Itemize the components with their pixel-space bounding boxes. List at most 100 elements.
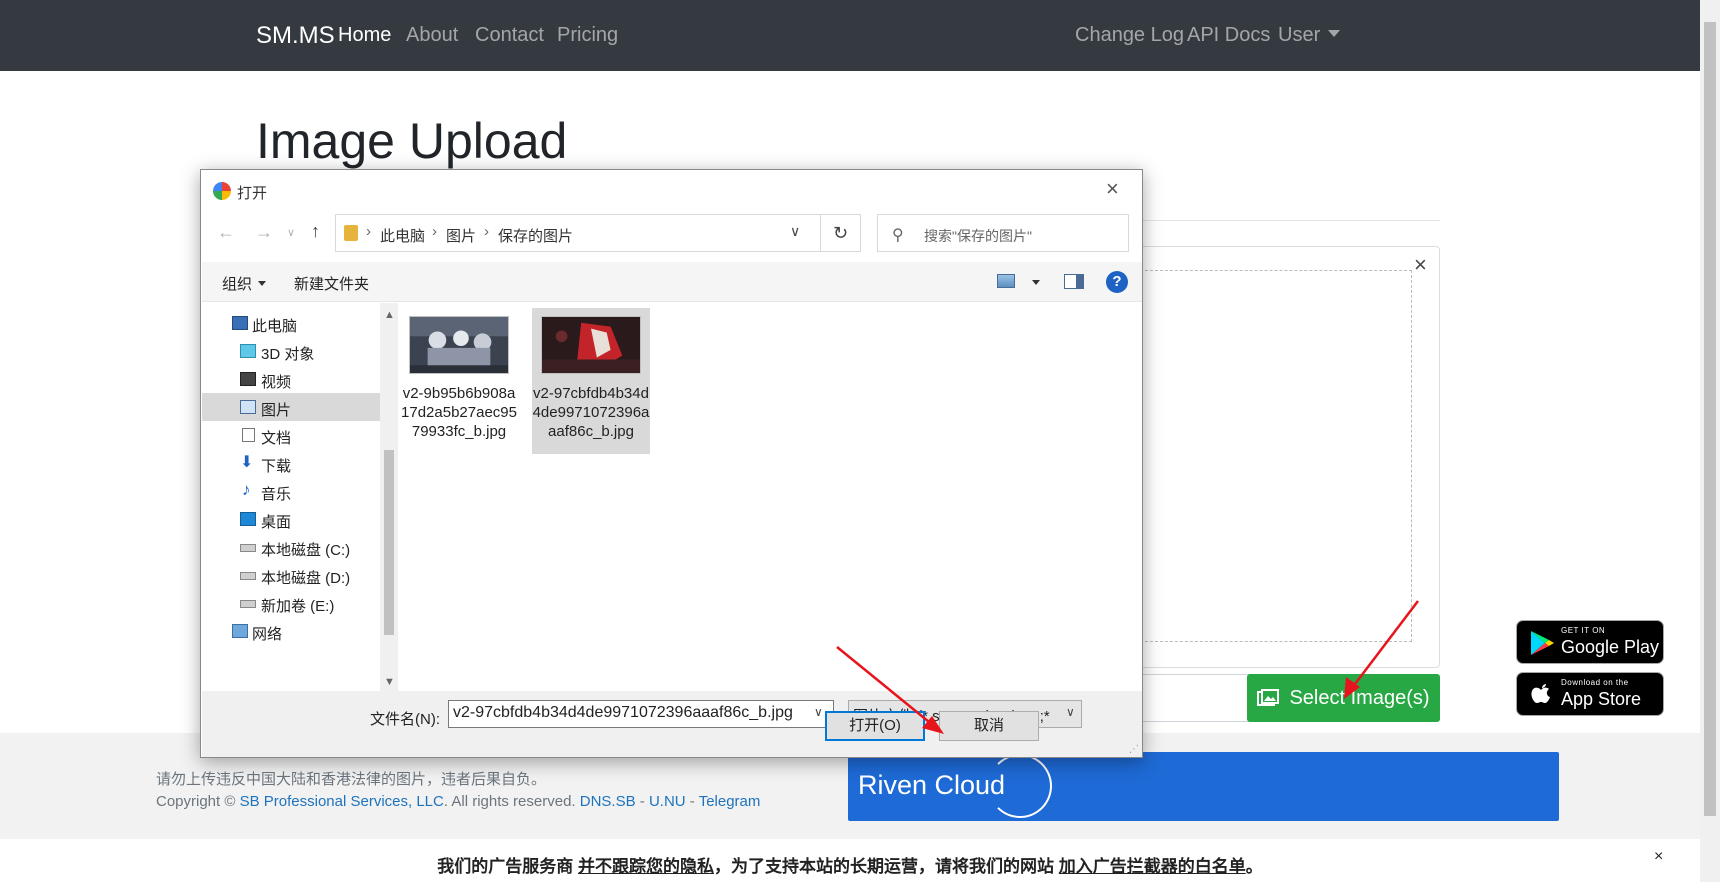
- file-input-field[interactable]: [1140, 674, 1250, 722]
- page-title: Image Upload: [256, 113, 568, 169]
- tree-item-desktop[interactable]: 桌面: [202, 505, 380, 533]
- close-icon[interactable]: ×: [1414, 252, 1427, 278]
- up-arrow-icon[interactable]: ↑: [311, 221, 320, 242]
- top-navbar: SM.MS Home About Contact Pricing Change …: [0, 0, 1700, 71]
- divider: [1140, 220, 1440, 221]
- ad-text-4: 加入广告拦截器的白名单: [1058, 857, 1246, 876]
- footer-copyright: Copyright © SB Professional Services, LL…: [156, 793, 760, 810]
- organize-menu[interactable]: 组织: [222, 273, 267, 294]
- tree-label: 本地磁盘 (C:): [261, 542, 351, 559]
- telegram-link[interactable]: Telegram: [699, 793, 761, 810]
- drop-zone[interactable]: [1140, 270, 1412, 642]
- footer-warning: 请勿上传违反中国大陆和香港法律的图片，违者后果自负。: [156, 771, 547, 788]
- file-tile-selected[interactable]: v2-97cbfdb4b34d4de9971072396aaaf86c_b.jp…: [532, 308, 650, 454]
- riven-cloud-text: Riven Cloud: [858, 770, 1006, 800]
- file-tile[interactable]: v2-9b95b6b908a17d2a5b27aec9579933fc_b.jp…: [400, 308, 518, 454]
- tree-label: 新加卷 (E:): [261, 598, 335, 615]
- google-play-badge[interactable]: GET IT ON Google Play: [1516, 620, 1664, 664]
- page-scrollbar-thumb[interactable]: [1704, 22, 1716, 816]
- help-icon[interactable]: ?: [1106, 271, 1128, 293]
- pictures-icon: [240, 400, 256, 414]
- image-icon: [1257, 689, 1280, 706]
- breadcrumb-pictures[interactable]: 图片: [446, 225, 476, 246]
- dns-sb-link[interactable]: DNS.SB: [580, 793, 636, 810]
- google-play-icon: [1531, 631, 1554, 655]
- app-store-big: App Store: [1561, 689, 1642, 709]
- organize-label: 组织: [222, 276, 253, 293]
- filename-dropdown-icon[interactable]: ∨: [814, 705, 823, 719]
- ad-text-5: 。: [1245, 857, 1263, 876]
- scroll-up-icon[interactable]: ▲: [384, 309, 395, 321]
- computer-icon: [232, 316, 248, 330]
- tree-scrollbar-thumb[interactable]: [384, 450, 394, 635]
- nav-pricing[interactable]: Pricing: [557, 24, 618, 47]
- tree-item-pictures[interactable]: 图片: [202, 393, 380, 421]
- view-mode-icon[interactable]: [997, 274, 1015, 288]
- download-icon: ⬇: [240, 454, 254, 471]
- tree-label: 网络: [252, 626, 283, 643]
- nav-home[interactable]: Home: [338, 24, 391, 47]
- refresh-icon[interactable]: ↻: [821, 214, 861, 252]
- file-name: v2-9b95b6b908a17d2a5b27aec9579933fc_b.jp…: [401, 385, 517, 440]
- ad-close-icon[interactable]: ×: [1654, 848, 1663, 866]
- forward-arrow-icon[interactable]: →: [255, 222, 273, 243]
- unu-link[interactable]: U.NU: [649, 793, 686, 810]
- resize-grip-icon[interactable]: ⋰: [1129, 744, 1139, 755]
- tree-item-this-pc[interactable]: 此电脑: [202, 309, 380, 337]
- tree-item-downloads[interactable]: ⬇ 下载: [202, 449, 380, 477]
- dialog-close-icon[interactable]: ×: [1106, 176, 1119, 202]
- address-dropdown-icon[interactable]: ∨: [790, 223, 800, 240]
- riven-cloud-banner[interactable]: Riven Cloud: [848, 752, 1559, 821]
- back-arrow-icon[interactable]: ←: [217, 222, 235, 243]
- chevron-down-icon: [1328, 30, 1341, 37]
- select-images-button[interactable]: Select Image(s): [1247, 674, 1440, 722]
- view-caret-icon[interactable]: [1032, 280, 1040, 285]
- tree-item-network[interactable]: 网络: [202, 617, 380, 645]
- nav-api-docs[interactable]: API Docs: [1187, 24, 1270, 47]
- scroll-down-icon[interactable]: ▼: [384, 676, 395, 688]
- chevron-right-icon: ›: [432, 223, 437, 240]
- tree-label: 下载: [261, 458, 292, 475]
- drive-icon: [240, 544, 256, 552]
- tree-label: 音乐: [261, 486, 292, 503]
- image-thumbnail: [409, 316, 509, 374]
- tree-label: 此电脑: [252, 318, 298, 335]
- document-icon: [242, 428, 255, 442]
- nav-about[interactable]: About: [406, 24, 458, 47]
- tree-item-drive-d[interactable]: 本地磁盘 (D:): [202, 561, 380, 589]
- address-bar[interactable]: › 此电脑 › 图片 › 保存的图片 ∨: [335, 214, 821, 252]
- video-icon: [240, 372, 256, 386]
- tree-item-drive-e[interactable]: 新加卷 (E:): [202, 589, 380, 617]
- tree-item-documents[interactable]: 文档: [202, 421, 380, 449]
- company-link[interactable]: SB Professional Services, LLC: [240, 793, 444, 810]
- brand-logo[interactable]: SM.MS: [256, 22, 335, 50]
- file-type-dropdown-icon[interactable]: ∨: [1066, 705, 1075, 719]
- nav-contact[interactable]: Contact: [475, 24, 544, 47]
- preview-pane-icon[interactable]: [1064, 274, 1084, 289]
- recent-chevron-icon[interactable]: ∨: [287, 226, 295, 239]
- app-store-small: Download on the: [1561, 678, 1629, 687]
- ad-text-3: ，为了支持本站的长期运营，请将我们的网站: [714, 857, 1059, 876]
- filename-input[interactable]: v2-97cbfdb4b34d4de9971072396aaaf86c_b.jp…: [448, 700, 834, 728]
- open-button[interactable]: 打开(O): [825, 711, 925, 741]
- adblock-notice: 我们的广告服务商 并不跟踪您的隐私，为了支持本站的长期运营，请将我们的网站 加入…: [0, 852, 1700, 877]
- tree-label: 桌面: [261, 514, 292, 531]
- tree-item-videos[interactable]: 视频: [202, 365, 380, 393]
- breadcrumb-saved-pictures[interactable]: 保存的图片: [498, 225, 573, 246]
- cancel-button[interactable]: 取消: [939, 711, 1039, 741]
- dialog-search-input[interactable]: ⚲ 搜索"保存的图片": [877, 214, 1129, 252]
- new-folder-button[interactable]: 新建文件夹: [294, 273, 369, 294]
- tree-item-3d-objects[interactable]: 3D 对象: [202, 337, 380, 365]
- app-store-badge[interactable]: Download on the App Store: [1516, 672, 1664, 716]
- nav-change-log[interactable]: Change Log: [1075, 24, 1184, 47]
- ad-text-1: 我们的广告服务商: [437, 857, 578, 876]
- tree-item-drive-c[interactable]: 本地磁盘 (C:): [202, 533, 380, 561]
- chevron-right-icon: ›: [366, 223, 371, 240]
- caret-down-icon: [258, 281, 267, 286]
- search-icon: ⚲: [892, 227, 904, 244]
- tree-item-music[interactable]: ♪ 音乐: [202, 477, 380, 505]
- ad-text-2: 并不跟踪您的隐私: [578, 857, 714, 876]
- nav-user-dropdown[interactable]: User: [1278, 24, 1341, 47]
- image-thumbnail: [541, 316, 641, 374]
- breadcrumb-this-pc[interactable]: 此电脑: [380, 225, 425, 246]
